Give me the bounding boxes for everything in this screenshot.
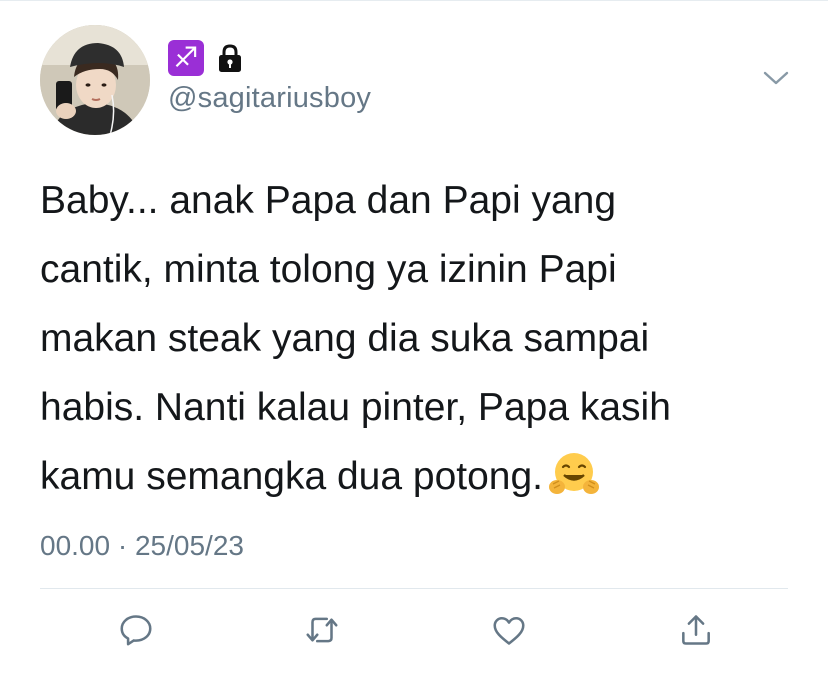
reply-button[interactable] xyxy=(114,608,158,652)
retweet-icon xyxy=(306,617,338,643)
tweet-date: 25/05/23 xyxy=(134,530,244,561)
top-divider xyxy=(0,0,828,1)
meta-separator: · xyxy=(117,530,128,561)
tweet-timestamp[interactable]: 00.00 · 25/05/23 xyxy=(40,530,244,562)
sagittarius-icon: ♐ xyxy=(168,40,204,76)
display-name-row[interactable]: ♐ xyxy=(168,40,244,76)
tweet-text: Baby... anak Papa dan Papi yang cantik, … xyxy=(40,166,800,511)
like-icon xyxy=(493,617,525,645)
avatar-photo xyxy=(40,25,150,135)
retweet-button[interactable] xyxy=(300,608,344,652)
user-handle[interactable]: @sagitariusboy xyxy=(168,82,371,115)
actions-divider xyxy=(40,588,788,589)
share-icon xyxy=(682,615,710,645)
lock-icon xyxy=(219,44,241,72)
hugging-face-emoji xyxy=(549,453,600,494)
tweet-actions xyxy=(40,608,788,660)
like-button[interactable] xyxy=(487,608,531,652)
avatar[interactable] xyxy=(40,25,150,135)
chevron-down-icon[interactable] xyxy=(762,66,790,90)
share-button[interactable] xyxy=(674,608,718,652)
reply-icon xyxy=(120,615,152,646)
tweet-time: 00.00 xyxy=(40,530,111,561)
